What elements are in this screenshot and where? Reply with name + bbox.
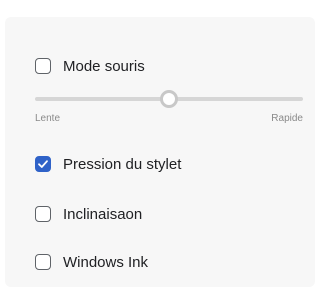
inclinaison-label: Inclinaisaon [63,205,143,223]
pression-checkbox[interactable] [35,156,51,172]
windows-ink-option[interactable]: Windows Ink [35,250,148,274]
mode-souris-checkbox[interactable] [35,58,51,74]
speed-max-label: Rapide [271,113,303,124]
inclinaison-checkbox[interactable] [35,206,51,222]
checkmark-icon [38,160,48,168]
inclinaison-option[interactable]: Inclinaisaon [35,202,142,226]
speed-min-label: Lente [35,113,61,124]
pression-label: Pression du stylet [63,155,182,173]
mode-souris-label: Mode souris [63,57,145,75]
windows-ink-label: Windows Ink [63,253,149,271]
speed-slider[interactable] [35,89,303,109]
mode-souris-option[interactable]: Mode souris [35,54,145,78]
settings-panel: Mode souris Lente Rapide Pression du sty… [5,17,315,287]
speed-slider-thumb[interactable] [160,90,178,108]
windows-ink-checkbox[interactable] [35,254,51,270]
pression-option[interactable]: Pression du stylet [35,152,181,176]
